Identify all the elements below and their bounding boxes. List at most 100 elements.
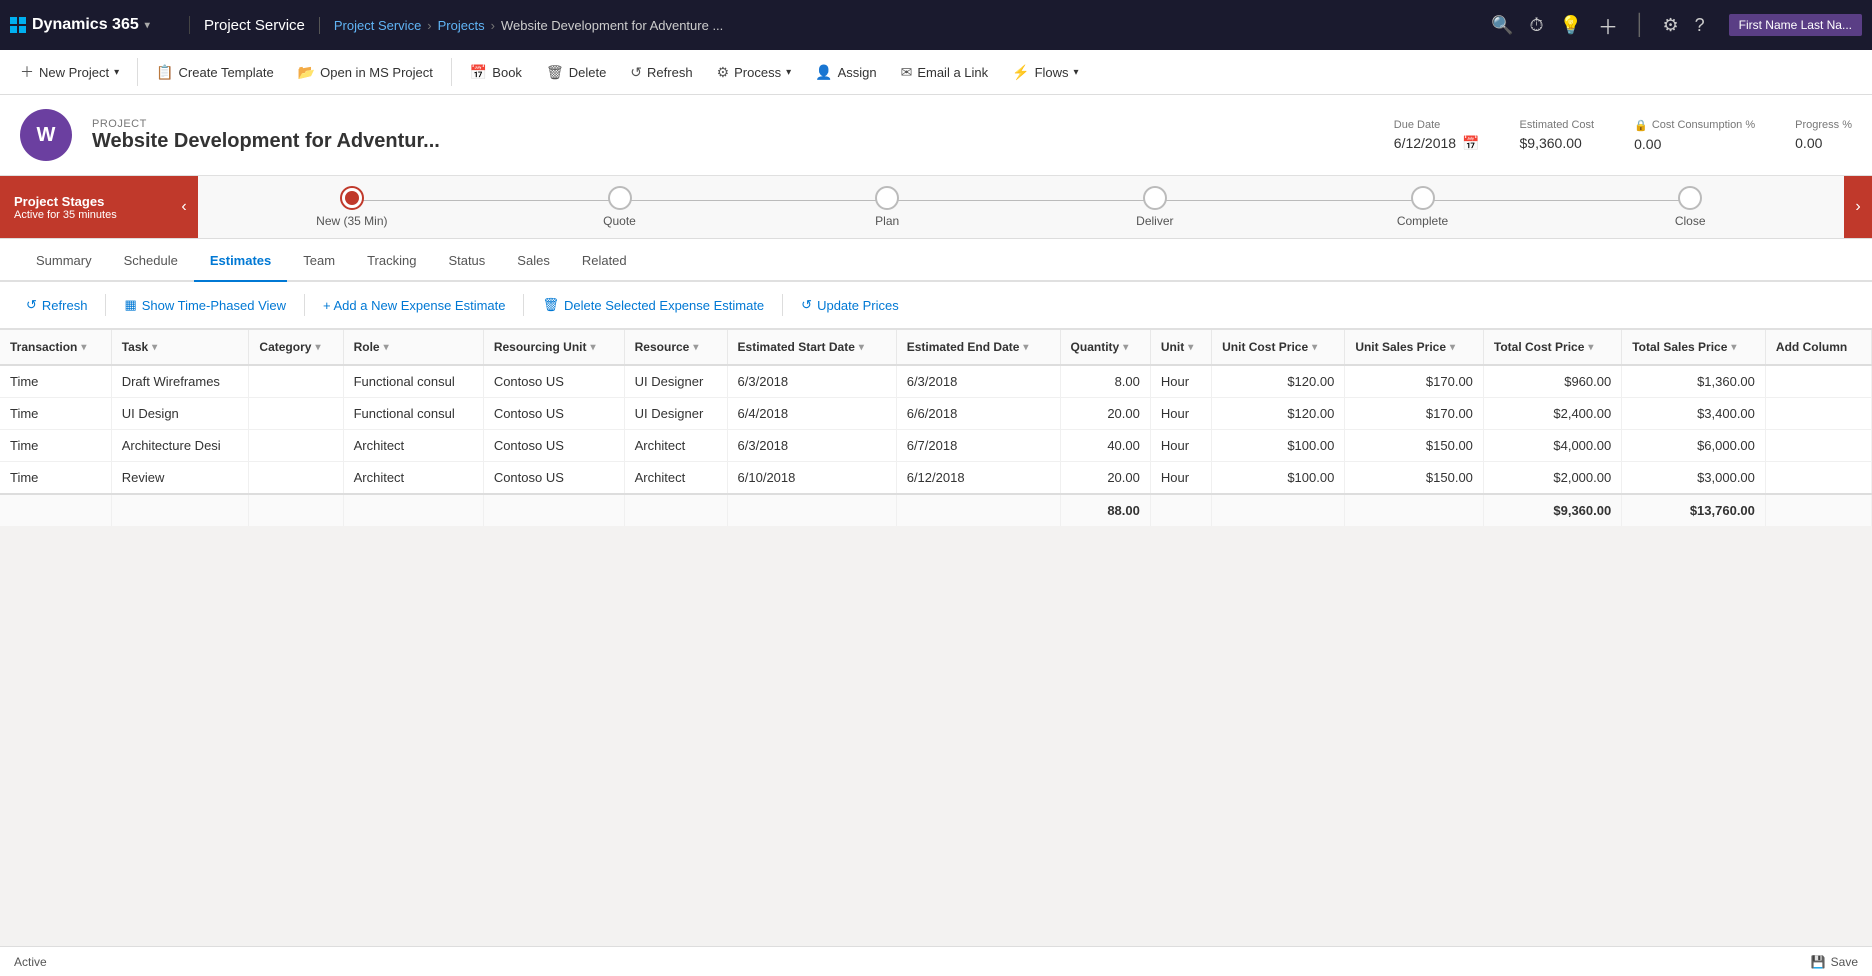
stage-item-quote[interactable]: Quote — [486, 186, 754, 228]
flows-caret: ▾ — [1074, 67, 1079, 78]
col-unit-cost-price[interactable]: Unit Cost Price ▾ — [1212, 330, 1345, 365]
col-start-date[interactable]: Estimated Start Date ▾ — [727, 330, 896, 365]
question-icon[interactable]: ? — [1695, 15, 1705, 36]
due-date-value: 6/12/2018 📅 — [1394, 135, 1480, 152]
table-cell: $6,000.00 — [1622, 430, 1766, 462]
table-cell: Review — [111, 462, 249, 495]
est-refresh-button[interactable]: ↺ Refresh — [16, 292, 97, 318]
sort-icon-usp: ▾ — [1450, 342, 1455, 353]
table-cell: $170.00 — [1345, 365, 1484, 398]
flows-button[interactable]: ⚡ Flows ▾ — [1002, 58, 1088, 87]
stage-item-plan[interactable]: Plan — [753, 186, 1021, 228]
col-resource[interactable]: Resource ▾ — [624, 330, 727, 365]
table-cell: $1,360.00 — [1622, 365, 1766, 398]
table-cell: Contoso US — [483, 430, 624, 462]
estimates-section: ↺ Refresh ▦ Show Time-Phased View + Add … — [0, 282, 1872, 526]
delete-button[interactable]: 🗑 Delete — [536, 58, 616, 87]
est-refresh-label: Refresh — [42, 298, 88, 313]
stage-label-box: Project Stages Active for 35 minutes — [0, 176, 170, 238]
refresh-button[interactable]: ↺ Refresh — [620, 58, 702, 87]
brand-caret[interactable]: ▾ — [145, 20, 150, 31]
table-row[interactable]: TimeReviewArchitectContoso USArchitect6/… — [0, 462, 1872, 495]
col-quantity[interactable]: Quantity ▾ — [1060, 330, 1150, 365]
col-transaction[interactable]: Transaction ▾ — [0, 330, 111, 365]
help-circle-icon[interactable]: ⏱ — [1530, 15, 1544, 36]
user-badge[interactable]: First Name Last Na... — [1729, 14, 1862, 36]
col-end-date[interactable]: Estimated End Date ▾ — [896, 330, 1060, 365]
stage-name-quote: Quote — [603, 214, 636, 228]
search-icon[interactable]: 🔍 — [1491, 15, 1513, 36]
tab-estimates[interactable]: Estimates — [194, 239, 287, 282]
update-prices-button[interactable]: ↺ Update Prices — [791, 292, 909, 318]
save-button[interactable]: 💾 Save — [1811, 955, 1858, 969]
col-resourcing-unit[interactable]: Resourcing Unit ▾ — [483, 330, 624, 365]
project-icon: W — [20, 109, 72, 161]
table-cell: 6/12/2018 — [896, 462, 1060, 495]
stage-item-close[interactable]: Close — [1556, 186, 1824, 228]
book-icon: 📅 — [470, 64, 487, 81]
settings-icon[interactable]: ⚙ — [1662, 15, 1678, 36]
table-cell: Hour — [1150, 398, 1211, 430]
add-expense-button[interactable]: + Add a New Expense Estimate — [313, 293, 515, 318]
lightbulb-icon[interactable]: 💡 — [1560, 15, 1582, 36]
stage-item-new[interactable]: New (35 Min) — [218, 186, 486, 228]
progress-field: Progress % 0.00 — [1795, 119, 1852, 151]
col-task[interactable]: Task ▾ — [111, 330, 249, 365]
col-total-cost-price[interactable]: Total Cost Price ▾ — [1483, 330, 1621, 365]
col-add-column[interactable]: Add Column — [1765, 330, 1871, 365]
show-time-phased-button[interactable]: ▦ Show Time-Phased View — [114, 292, 296, 318]
stage-item-complete[interactable]: Complete — [1289, 186, 1557, 228]
col-unit-sales-price[interactable]: Unit Sales Price ▾ — [1345, 330, 1484, 365]
est-sep-4 — [782, 294, 783, 316]
bc-project-service[interactable]: Project Service — [334, 18, 421, 33]
table-cell: $150.00 — [1345, 430, 1484, 462]
tab-status[interactable]: Status — [432, 239, 501, 282]
project-label: PROJECT — [92, 118, 1374, 130]
estimates-table: Transaction ▾ Task ▾ Category ▾ — [0, 330, 1872, 526]
table-row[interactable]: TimeUI DesignFunctional consulContoso US… — [0, 398, 1872, 430]
stage-nav-left[interactable]: ‹ — [170, 176, 198, 238]
col-total-sales-price[interactable]: Total Sales Price ▾ — [1622, 330, 1766, 365]
progress-value: 0.00 — [1795, 135, 1852, 151]
table-cell: 6/10/2018 — [727, 462, 896, 495]
stage-circle-plan — [875, 186, 899, 210]
tab-sales[interactable]: Sales — [501, 239, 566, 282]
table-row[interactable]: TimeArchitecture DesiArchitectContoso US… — [0, 430, 1872, 462]
create-template-button[interactable]: 📋 Create Template — [146, 58, 284, 87]
process-button[interactable]: ⚙ Process ▾ — [707, 58, 802, 87]
col-unit[interactable]: Unit ▾ — [1150, 330, 1211, 365]
stage-circle-close — [1678, 186, 1702, 210]
calendar-icon[interactable]: 📅 — [1462, 135, 1479, 152]
email-link-button[interactable]: ✉ Email a Link — [891, 58, 999, 87]
new-project-button[interactable]: ＋ New Project ▾ — [10, 56, 129, 88]
bc-sep-2: › — [491, 18, 495, 33]
assign-button[interactable]: 👤 Assign — [805, 58, 886, 87]
status-text: Active — [14, 955, 47, 969]
table-cell: $3,400.00 — [1622, 398, 1766, 430]
plus-icon[interactable]: ＋ — [1598, 11, 1618, 40]
due-date-label: Due Date — [1394, 119, 1480, 131]
email-icon: ✉ — [901, 64, 913, 81]
open-ms-project-button[interactable]: 📂 Open in MS Project — [288, 58, 443, 87]
new-project-caret[interactable]: ▾ — [114, 67, 119, 78]
stage-item-deliver[interactable]: Deliver — [1021, 186, 1289, 228]
table-cell: $170.00 — [1345, 398, 1484, 430]
tabs-bar: Summary Schedule Estimates Team Tracking… — [0, 239, 1872, 282]
col-role[interactable]: Role ▾ — [343, 330, 483, 365]
tab-tracking[interactable]: Tracking — [351, 239, 432, 282]
col-category[interactable]: Category ▾ — [249, 330, 343, 365]
table-row[interactable]: TimeDraft WireframesFunctional consulCon… — [0, 365, 1872, 398]
breadcrumb: Project Service › Projects › Website Dev… — [320, 18, 1491, 33]
brand[interactable]: Dynamics 365 ▾ — [10, 16, 190, 34]
tab-team[interactable]: Team — [287, 239, 351, 282]
bc-projects[interactable]: Projects — [438, 18, 485, 33]
stage-nav-right[interactable]: › — [1844, 176, 1872, 238]
book-button[interactable]: 📅 Book — [460, 58, 532, 87]
table-cell — [249, 430, 343, 462]
tab-summary[interactable]: Summary — [20, 239, 108, 282]
show-time-icon: ▦ — [124, 297, 136, 313]
tab-related[interactable]: Related — [566, 239, 643, 282]
tab-schedule[interactable]: Schedule — [108, 239, 194, 282]
stage-name-close: Close — [1675, 214, 1706, 228]
delete-expense-button[interactable]: 🗑 Delete Selected Expense Estimate — [532, 292, 774, 318]
